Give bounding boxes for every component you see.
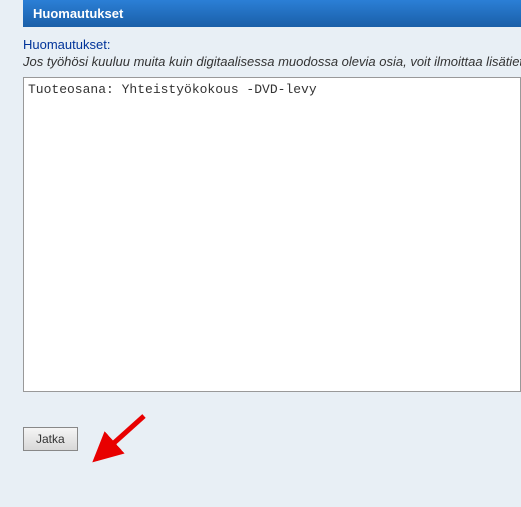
panel-header: Huomautukset: [23, 0, 521, 27]
notes-textarea[interactable]: [23, 77, 521, 392]
form-section: Huomautukset: Jos työhösi kuuluu muita k…: [0, 27, 521, 397]
notes-label: Huomautukset:: [23, 37, 521, 52]
button-row: Jatka: [0, 397, 521, 451]
continue-button[interactable]: Jatka: [23, 427, 78, 451]
panel-header-text: Huomautukset: [33, 6, 123, 21]
notes-help-text: Jos työhösi kuuluu muita kuin digitaalis…: [23, 54, 521, 69]
